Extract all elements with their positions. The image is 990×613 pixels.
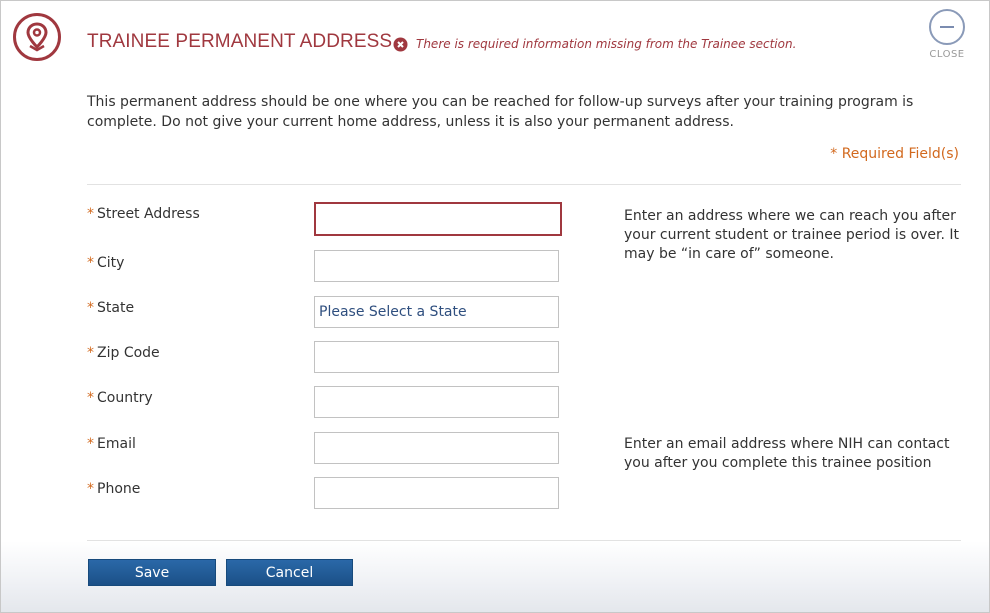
email-label: * Email: [87, 436, 136, 452]
zip-code-input[interactable]: [314, 341, 559, 373]
location-pin-icon: [13, 13, 61, 61]
country-label: * Country: [87, 390, 153, 406]
required-marker: *: [87, 255, 94, 271]
error-x-icon: [393, 37, 408, 52]
minus-icon: [940, 26, 954, 28]
divider: [87, 540, 961, 541]
address-help-text: Enter an address where we can reach you …: [624, 208, 960, 262]
country-input[interactable]: [314, 386, 559, 418]
email-input[interactable]: [314, 432, 559, 464]
required-marker: *: [87, 481, 94, 497]
cancel-button[interactable]: Cancel: [226, 559, 353, 586]
street-address-input[interactable]: [314, 202, 562, 236]
required-fields-note: * Required Field(s): [830, 146, 959, 162]
required-marker: *: [87, 300, 94, 316]
city-input[interactable]: [314, 250, 559, 282]
zip-code-label: * Zip Code: [87, 345, 160, 361]
save-button[interactable]: Save: [88, 559, 216, 586]
divider: [87, 184, 961, 185]
city-label: * City: [87, 255, 125, 271]
state-label: * State: [87, 300, 135, 316]
error-message: There is required information missing fr…: [416, 37, 797, 51]
close-label[interactable]: CLOSE: [925, 49, 969, 60]
state-select[interactable]: Please Select a State: [314, 296, 559, 328]
email-help-text: Enter an email address where NIH can con…: [624, 436, 950, 471]
phone-label: * Phone: [87, 481, 141, 497]
dialog-title: TRAINEE PERMANENT ADDRESS: [87, 31, 393, 52]
address-dialog: TRAINEE PERMANENT ADDRESS There is requi…: [0, 0, 990, 613]
street-address-label: * Street Address: [87, 206, 200, 222]
required-marker: *: [87, 345, 94, 361]
phone-input[interactable]: [314, 477, 559, 509]
intro-text: This permanent address should be one whe…: [87, 94, 914, 130]
required-marker: *: [87, 206, 94, 222]
required-marker: *: [87, 390, 94, 406]
close-button[interactable]: [929, 9, 965, 45]
required-marker: *: [87, 436, 94, 452]
